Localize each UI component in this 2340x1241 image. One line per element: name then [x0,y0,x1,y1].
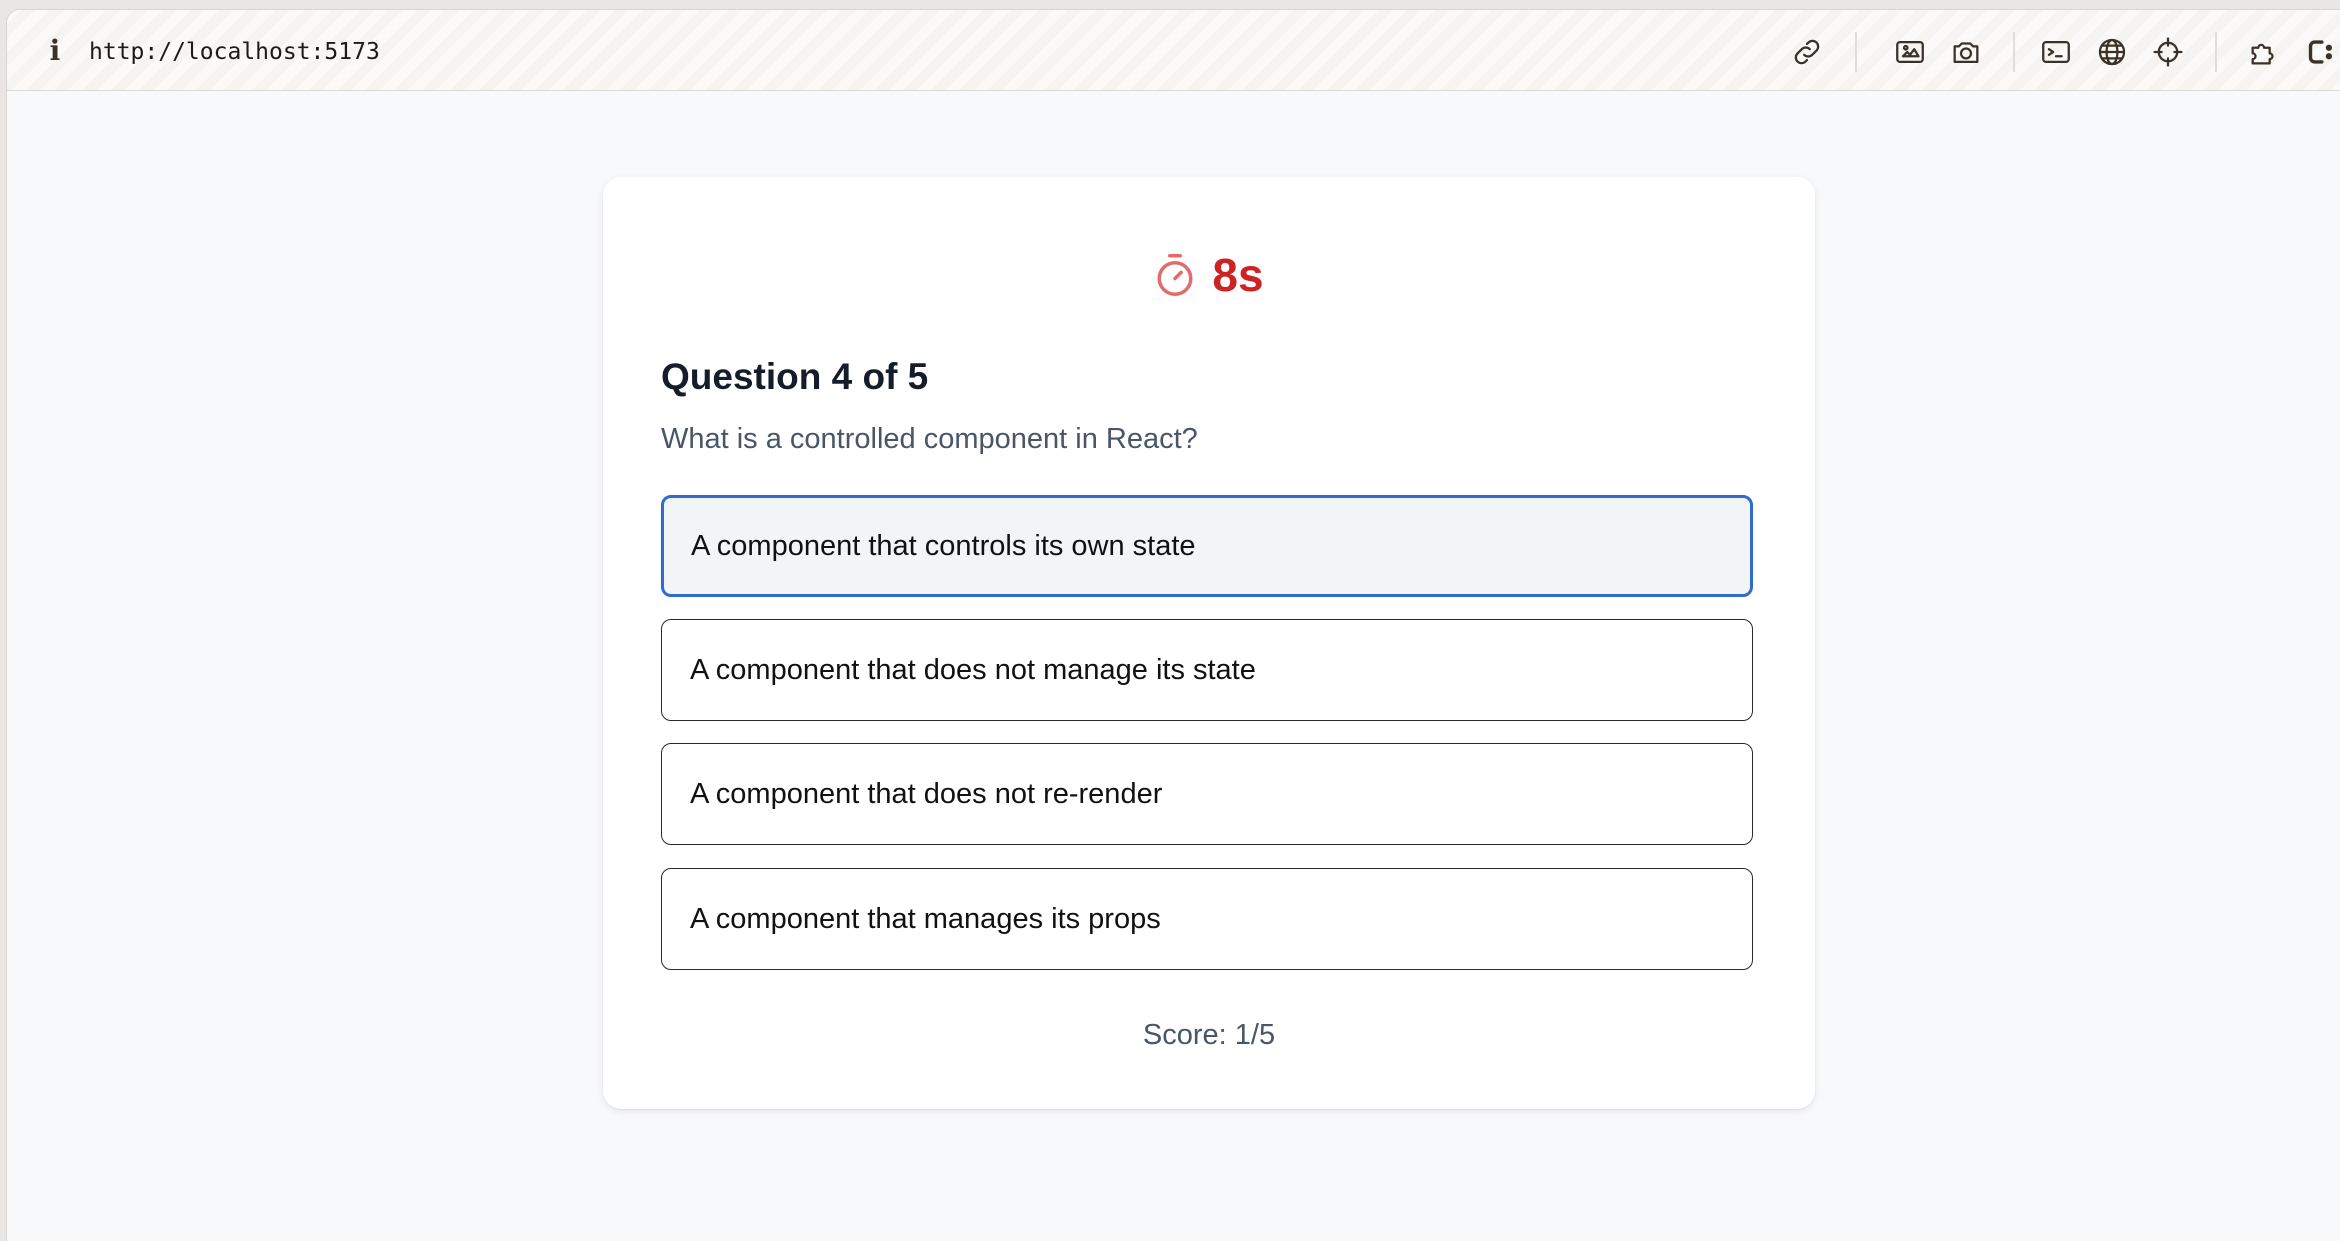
browser-window: i http://localhost:5173 8s Question 4 of… [6,9,2340,1241]
score-text: Score: 1/5 [1142,1019,1276,1051]
site-info-icon[interactable]: i [43,36,67,66]
crosshair-icon[interactable] [2148,32,2188,72]
globe-icon[interactable] [2092,32,2132,72]
link-icon[interactable] [1787,32,1827,72]
camera-icon[interactable] [1946,32,1986,72]
answer-option[interactable]: A component that manages its props [661,868,1753,970]
gallery-icon[interactable] [1890,32,1930,72]
answer-option[interactable]: A component that does not manage its sta… [661,619,1753,721]
question-text: What is a controlled component in React? [661,423,1198,455]
answer-option[interactable]: A component that controls its own state [661,495,1753,597]
timer: 8s [603,245,1815,305]
extensions-icon[interactable] [2244,32,2284,72]
question-title: Question 4 of 5 [661,356,929,397]
browser-toolbar: i http://localhost:5173 [7,10,2340,91]
stopwatch-icon [1157,254,1193,296]
answer-option[interactable]: A component that does not re-render [661,743,1753,845]
css-icon[interactable] [2302,32,2338,72]
timer-value: 8s [1212,249,1264,301]
quiz-card: 8s Question 4 of 5 What is a controlled … [603,177,1815,1109]
address-bar[interactable]: http://localhost:5173 [89,38,380,66]
terminal-icon[interactable] [2036,32,2076,72]
